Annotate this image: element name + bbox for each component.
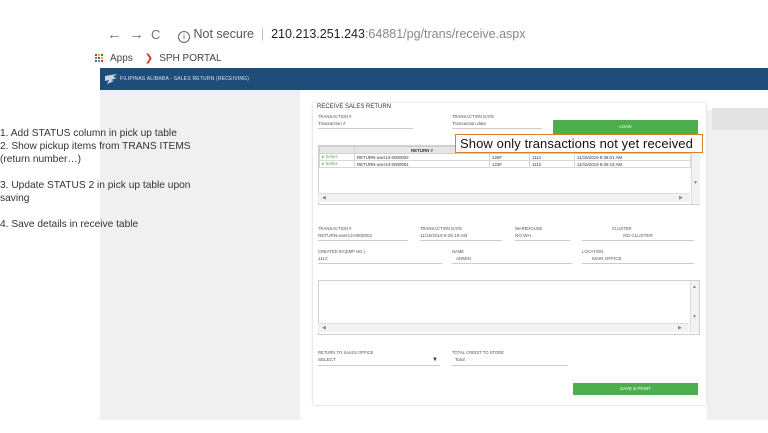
scroll-down-icon[interactable]: ▼: [692, 314, 697, 320]
cell-return-no: RETURN-user13-0000001: [354, 160, 490, 168]
warehouse-value: NO WH: [515, 233, 570, 241]
info-icon[interactable]: i: [178, 31, 190, 43]
warehouse-label: WAREHOUSE: [515, 226, 543, 231]
cell-store: 126F: [489, 153, 530, 161]
bookmark-sph-portal[interactable]: SPH PORTAL: [159, 53, 221, 64]
company-logo-icon: [105, 74, 117, 84]
total-credit-label: TOTAL CREDIT TO STORE: [452, 350, 504, 355]
col-select-header: [319, 146, 355, 154]
dropdown-arrow-icon[interactable]: ▼: [432, 357, 438, 363]
items-vertical-scrollbar[interactable]: ▲ ▼: [690, 281, 699, 333]
scroll-right-icon[interactable]: ▶: [679, 195, 683, 201]
apps-grid-icon[interactable]: [95, 53, 104, 63]
cluster-value: NO CLUSTER: [582, 233, 694, 241]
return-office-value: SELECT: [318, 357, 336, 362]
trans-date-label: TRANSACTION DATE: [452, 114, 495, 119]
total-credit-input[interactable]: Total: [452, 357, 568, 366]
cell-return-no: RETURN-user13-0000002: [354, 153, 490, 161]
form-title: RECEIVE SALES RETURN: [317, 104, 392, 110]
cluster-label: CLUSTER: [612, 226, 632, 231]
cell-date: 11/15/2019 8:38:01 AM: [574, 153, 691, 161]
note-line: 1. Add STATUS column in pick up table: [0, 128, 177, 139]
note-line: [0, 166, 300, 179]
reload-button[interactable]: C: [151, 27, 160, 42]
note-line: 4. Save details in receive table: [0, 219, 139, 230]
address-bar[interactable]: i Not secure | 210.213.251.243:64881/pg/…: [178, 24, 698, 44]
right-panel-header: [712, 108, 768, 130]
table-row: ▸ Select RETURN-user13-0000002 126F 1112…: [319, 153, 691, 161]
table-vertical-scrollbar[interactable]: ▲ ▼: [691, 146, 700, 204]
save-print-button[interactable]: SAVE & PRINT: [573, 383, 698, 395]
note-line: 3. Update STATUS 2 in pick up table upon: [0, 180, 191, 191]
right-panel: [707, 110, 768, 420]
note-line: [0, 205, 300, 218]
trans-date-input[interactable]: Transaction date: [452, 121, 542, 129]
table-row: ▸ Select RETURN-user13-0000001 123F 1112…: [319, 160, 691, 168]
scroll-down-icon[interactable]: ▼: [693, 180, 698, 186]
app-title: FILIPINAS ALIBABA - SALES RETURN (RECEIV…: [120, 76, 250, 82]
return-office-select[interactable]: SELECT ▼: [318, 357, 440, 366]
name-value: ADMIN: [452, 256, 572, 264]
security-label: Not secure: [193, 27, 254, 41]
items-horizontal-scrollbar[interactable]: ◀ ▶: [318, 323, 689, 332]
scroll-left-icon[interactable]: ◀: [322, 195, 326, 201]
bookmark-apps[interactable]: Apps: [110, 53, 133, 64]
select-link[interactable]: ▸ Select: [319, 160, 355, 168]
return-office-label: RETURN TO SALES OFFICE: [318, 350, 374, 355]
transaction-input[interactable]: Transaction #: [318, 121, 413, 129]
cell-date: 11/15/2019 8:26:19 AM: [574, 160, 691, 168]
transaction-label: TRANSACTION #: [318, 114, 352, 119]
note-line: 2. Show pickup items from TRANS ITEMS: [0, 141, 191, 152]
name-label: NAME: [452, 249, 465, 254]
created-by-label: CREATED BY(EMP No.): [318, 249, 365, 254]
select-link[interactable]: ▸ Select: [319, 153, 355, 161]
note-line: (return number…): [0, 154, 81, 165]
detail-trans-date-label: TRANSACTION DATE: [420, 226, 463, 231]
bookmarks-bar: Apps ❯ SPH PORTAL: [95, 50, 222, 66]
scroll-left-icon[interactable]: ◀: [322, 325, 326, 331]
back-button[interactable]: ←: [107, 26, 122, 43]
location-label: LOCATION: [582, 249, 604, 254]
annotation-notes: 1. Add STATUS column in pick up table 2.…: [0, 127, 300, 231]
cell-store: 123F: [489, 160, 530, 168]
detail-trans-date-value: 11/15/2019 8:26:19 AM: [420, 233, 502, 241]
location-value: MAIN OFFICE: [582, 256, 694, 264]
load-button[interactable]: LOAD: [553, 120, 698, 134]
url-host: 210.213.251.243: [271, 27, 365, 41]
url-path: :64881/pg/trans/receive.aspx: [364, 27, 526, 41]
cell-user: 1112: [529, 160, 575, 168]
cell-user: 1112: [529, 153, 575, 161]
detail-transaction-value: RETURN-user13-0000001: [318, 233, 408, 241]
forward-button[interactable]: →: [129, 26, 144, 43]
scroll-up-icon[interactable]: ▲: [692, 284, 697, 290]
scroll-right-icon[interactable]: ▶: [678, 325, 682, 331]
annotation-callout: Show only transactions not yet received: [455, 134, 703, 153]
created-by-value: 1112: [318, 256, 442, 264]
detail-transaction-label: TRANSACTION #: [318, 226, 352, 231]
sph-logo-icon[interactable]: ❯: [145, 53, 153, 64]
table-horizontal-scrollbar[interactable]: ◀ ▶: [318, 193, 690, 202]
note-line: saving: [0, 193, 30, 204]
